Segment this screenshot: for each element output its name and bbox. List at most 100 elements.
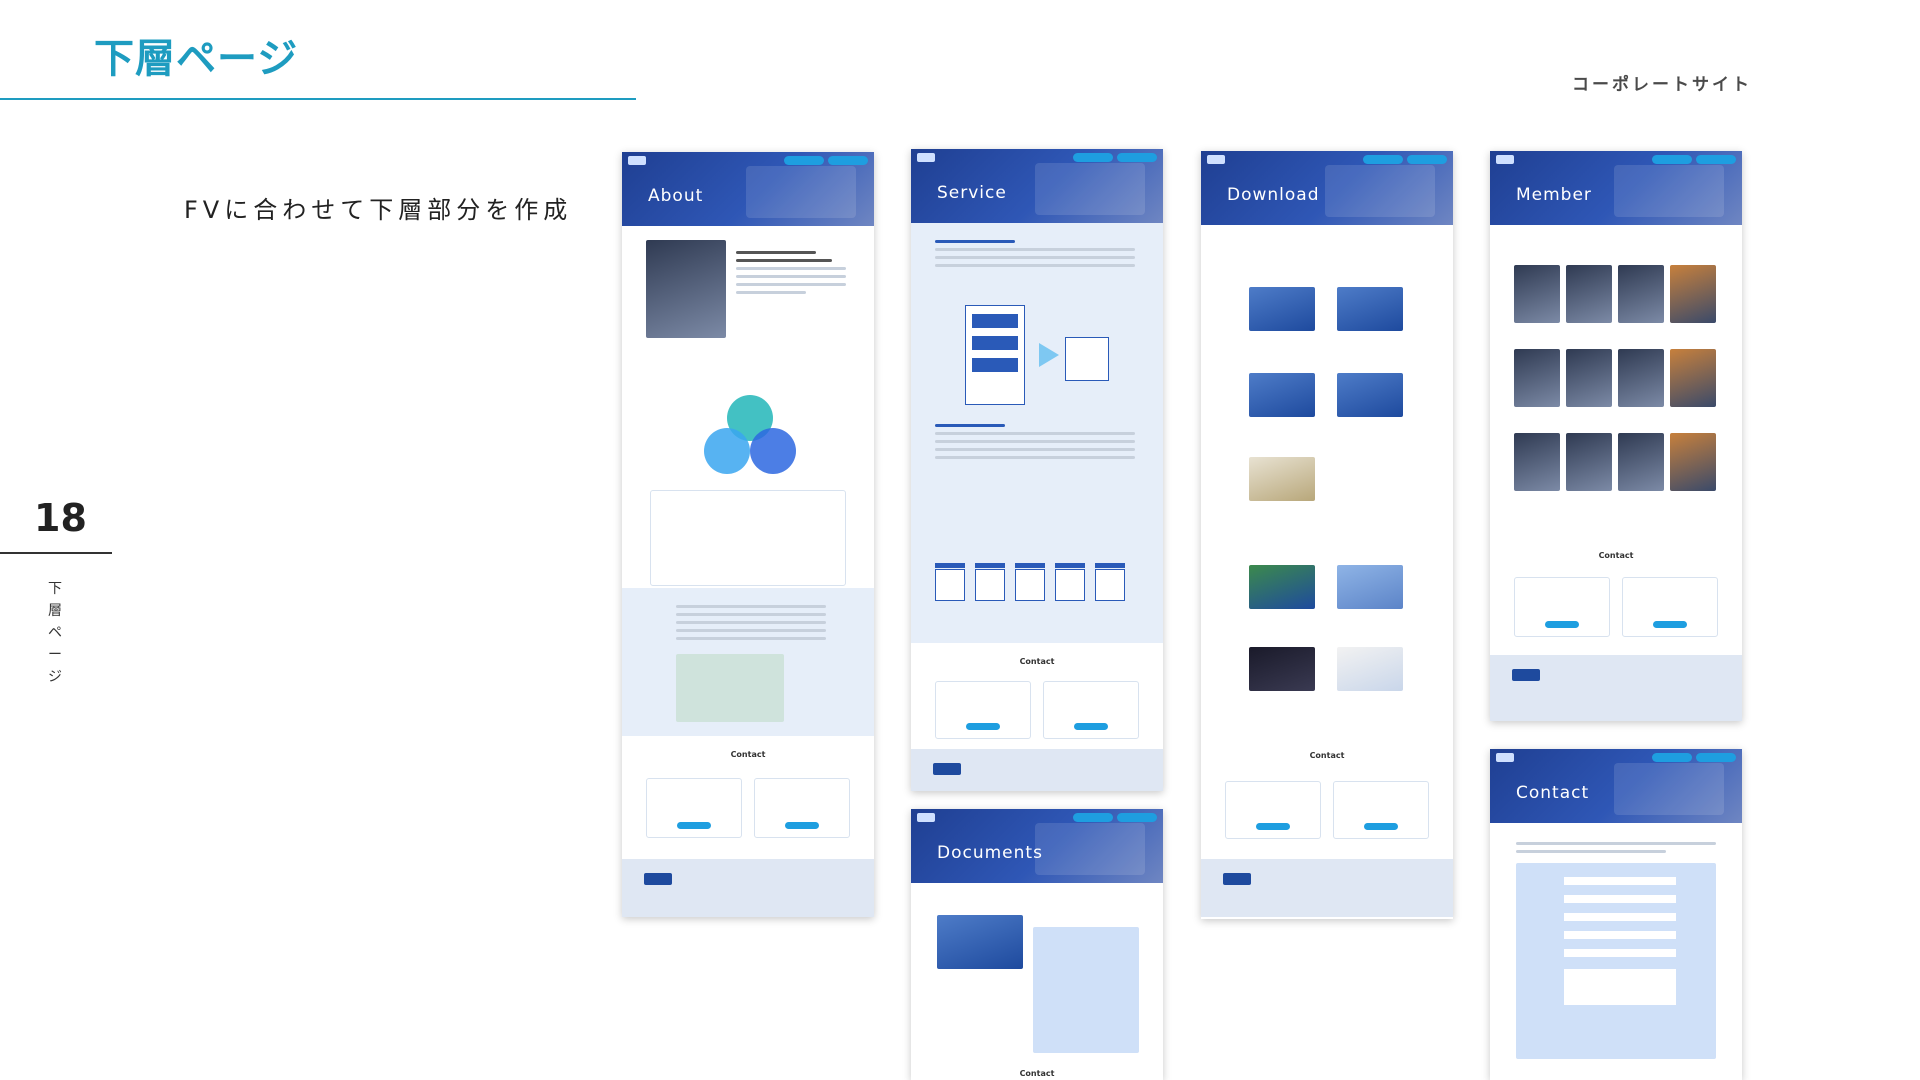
hero-title: Documents xyxy=(937,843,1043,863)
feature-list-card xyxy=(650,490,846,586)
nav-button xyxy=(1696,155,1736,164)
member-photo xyxy=(1618,265,1664,323)
nav-button xyxy=(1652,753,1692,762)
contact-card xyxy=(1225,781,1321,839)
vertical-label-char: ペ xyxy=(48,625,62,641)
section-subtitle: コーポレートサイト xyxy=(1572,75,1752,95)
contact-card xyxy=(1333,781,1429,839)
document-thumbnail xyxy=(1337,287,1403,331)
nav-button xyxy=(828,156,868,165)
logo-icon xyxy=(933,763,961,775)
document-thumbnail xyxy=(937,915,1023,969)
nav-button xyxy=(1407,155,1447,164)
mockup-footer xyxy=(1490,655,1742,721)
title-underline xyxy=(0,98,636,100)
step-box xyxy=(1095,569,1125,601)
mockup-service: Service Contact xyxy=(911,149,1163,791)
hero-title: Member xyxy=(1516,185,1592,205)
mockup-footer xyxy=(911,749,1163,791)
contact-card xyxy=(935,681,1031,739)
step-box xyxy=(1055,569,1085,601)
support-section xyxy=(622,360,874,596)
page-title: 下層ページ xyxy=(94,36,299,82)
contact-heading: Contact xyxy=(1019,657,1055,666)
slide-caption: FVに合わせて下層部分を作成 xyxy=(184,196,573,224)
nav-button xyxy=(1073,153,1113,162)
logo-icon xyxy=(628,156,646,165)
venn-circle xyxy=(704,428,750,474)
vertical-label-char: 下 xyxy=(48,581,62,597)
nav-button xyxy=(784,156,824,165)
nav-button xyxy=(1117,813,1157,822)
document-thumbnail xyxy=(1249,373,1315,417)
contact-card xyxy=(646,778,742,838)
contact-form xyxy=(1516,863,1716,1059)
vertical-label-char: ジ xyxy=(48,669,62,685)
portrait-photo xyxy=(646,240,726,338)
arrow-right-icon xyxy=(1039,343,1059,367)
mockup-hero: Documents xyxy=(911,809,1163,883)
mockup-hero: Service xyxy=(911,149,1163,223)
member-photo xyxy=(1670,433,1716,491)
member-photo xyxy=(1514,433,1560,491)
member-photo xyxy=(1514,265,1560,323)
contact-heading: Contact xyxy=(1019,1069,1055,1078)
nav-button xyxy=(1073,813,1113,822)
mockup-hero: About xyxy=(622,152,874,226)
nav-button xyxy=(1696,753,1736,762)
vertical-section-label: 下 層 ペ ー ジ xyxy=(47,578,63,688)
member-photo xyxy=(1514,349,1560,407)
mockup-member: Member Contact xyxy=(1490,151,1742,721)
mockup-footer xyxy=(622,859,874,917)
venn-circle xyxy=(750,428,796,474)
logo-icon xyxy=(1512,669,1540,681)
nav-button xyxy=(1652,155,1692,164)
hero-title: Service xyxy=(937,183,1007,203)
contact-heading: Contact xyxy=(1309,751,1345,760)
hero-title: About xyxy=(648,186,704,206)
logo-icon xyxy=(1223,873,1251,885)
member-photo xyxy=(1670,349,1716,407)
document-thumbnail xyxy=(1337,565,1403,609)
logo-icon xyxy=(1496,155,1514,164)
logo-icon xyxy=(1496,753,1514,762)
member-photo xyxy=(1618,433,1664,491)
contact-card xyxy=(1043,681,1139,739)
company-info-section xyxy=(622,588,874,736)
member-photo xyxy=(1566,265,1612,323)
request-form xyxy=(1033,927,1139,1053)
mockup-hero: Download xyxy=(1201,151,1453,225)
map-image xyxy=(676,654,784,722)
hero-title: Contact xyxy=(1516,783,1590,803)
contact-card xyxy=(754,778,850,838)
page-number-divider xyxy=(0,552,112,554)
page-number: 18 xyxy=(34,496,87,540)
freelance-diagram xyxy=(965,305,1025,405)
mockup-contact: Contact xyxy=(1490,749,1742,1080)
mockup-documents: Documents Contact xyxy=(911,809,1163,1080)
document-thumbnail xyxy=(1249,647,1315,691)
logo-icon xyxy=(1207,155,1225,164)
member-photo xyxy=(1670,265,1716,323)
mockup-download: Download Contact xyxy=(1201,151,1453,919)
logo-icon xyxy=(917,153,935,162)
member-photo xyxy=(1566,433,1612,491)
nav-button xyxy=(1117,153,1157,162)
mockup-about: About Contact xyxy=(622,152,874,917)
contact-card xyxy=(1622,577,1718,637)
document-thumbnail xyxy=(1249,457,1315,501)
member-photo xyxy=(1618,349,1664,407)
vertical-label-char: ー xyxy=(48,647,62,663)
member-photo xyxy=(1566,349,1612,407)
mockup-hero: Contact xyxy=(1490,749,1742,823)
document-thumbnail xyxy=(1337,373,1403,417)
logo-icon xyxy=(917,813,935,822)
mockup-footer xyxy=(1201,859,1453,917)
document-thumbnail xyxy=(1249,565,1315,609)
logo-icon xyxy=(644,873,672,885)
step-box xyxy=(975,569,1005,601)
intro-section xyxy=(622,240,874,350)
nav-button xyxy=(1363,155,1403,164)
document-thumbnail xyxy=(1337,647,1403,691)
step-box xyxy=(1015,569,1045,601)
